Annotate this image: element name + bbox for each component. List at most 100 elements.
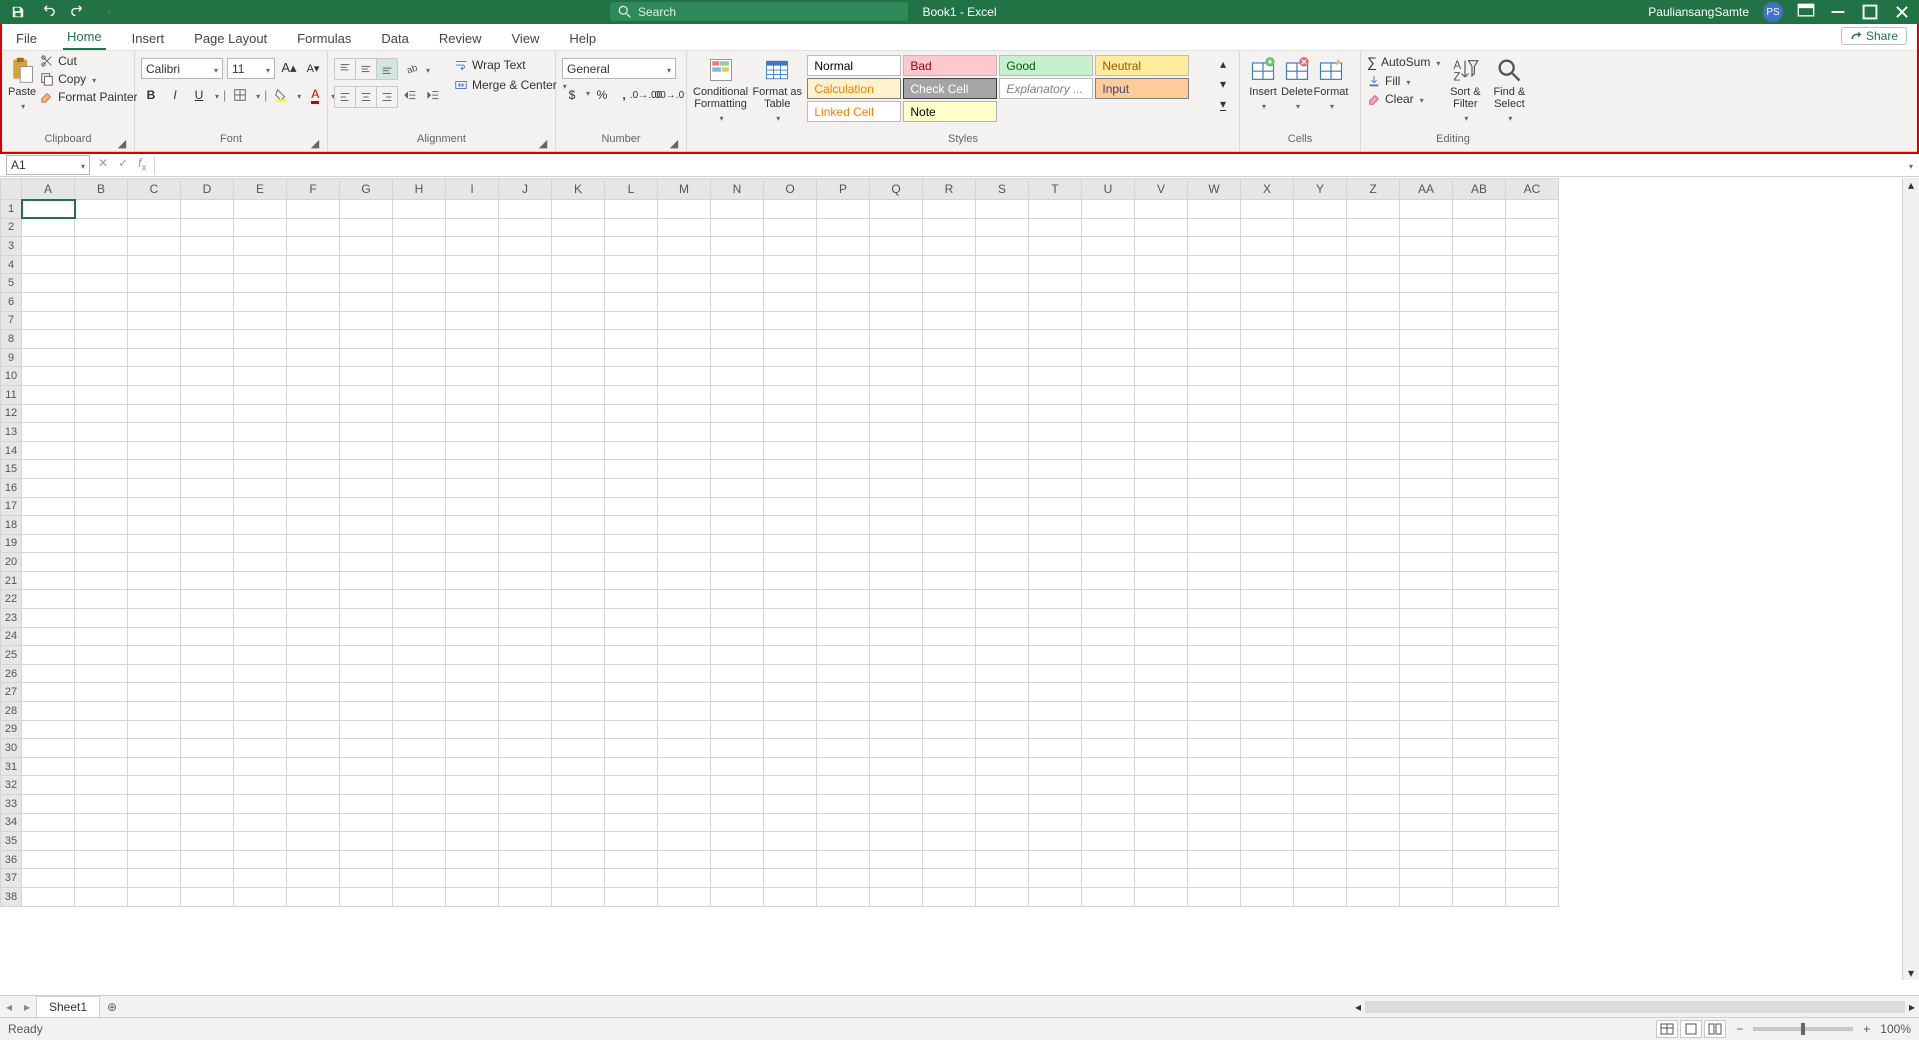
cell[interactable]: [287, 702, 340, 721]
cell[interactable]: [817, 423, 870, 442]
cell[interactable]: [1135, 739, 1188, 758]
cell[interactable]: [1294, 887, 1347, 906]
row-header[interactable]: 19: [1, 534, 22, 553]
cell[interactable]: [128, 887, 181, 906]
cell[interactable]: [1506, 292, 1559, 311]
row-header[interactable]: 38: [1, 887, 22, 906]
cell[interactable]: [1135, 795, 1188, 814]
cell[interactable]: [605, 516, 658, 535]
conditional-formatting-button[interactable]: Conditional Formatting: [693, 54, 748, 124]
align-bottom-button[interactable]: [377, 59, 397, 79]
cell[interactable]: [1188, 571, 1241, 590]
cell[interactable]: [1029, 478, 1082, 497]
cell[interactable]: [446, 795, 499, 814]
cell[interactable]: [605, 200, 658, 219]
cell[interactable]: [764, 404, 817, 423]
cell[interactable]: [817, 664, 870, 683]
cell[interactable]: [1453, 702, 1506, 721]
cell[interactable]: [1506, 534, 1559, 553]
cell[interactable]: [340, 385, 393, 404]
cell[interactable]: [1029, 869, 1082, 888]
cell[interactable]: [1029, 460, 1082, 479]
qat-customize-icon[interactable]: [98, 2, 118, 22]
row-header[interactable]: 29: [1, 720, 22, 739]
cell[interactable]: [552, 534, 605, 553]
cell[interactable]: [234, 590, 287, 609]
cell[interactable]: [1506, 571, 1559, 590]
cell[interactable]: [658, 534, 711, 553]
cell[interactable]: [128, 739, 181, 758]
cell[interactable]: [1082, 200, 1135, 219]
cell[interactable]: [75, 292, 128, 311]
cell[interactable]: [393, 571, 446, 590]
cell[interactable]: [181, 367, 234, 386]
cell[interactable]: [1400, 441, 1453, 460]
cell[interactable]: [499, 218, 552, 237]
column-header[interactable]: H: [393, 179, 446, 200]
cell[interactable]: [393, 795, 446, 814]
cell[interactable]: [22, 609, 75, 628]
cell[interactable]: [1029, 330, 1082, 349]
cell[interactable]: [234, 348, 287, 367]
cell[interactable]: [393, 478, 446, 497]
cell[interactable]: [817, 255, 870, 274]
cell[interactable]: [1453, 274, 1506, 293]
cell[interactable]: [287, 367, 340, 386]
cell[interactable]: [870, 330, 923, 349]
cell-style-note[interactable]: Note: [903, 101, 997, 122]
cell[interactable]: [22, 795, 75, 814]
cell[interactable]: [658, 516, 711, 535]
column-header[interactable]: G: [340, 179, 393, 200]
cell[interactable]: [181, 795, 234, 814]
cell[interactable]: [605, 534, 658, 553]
cell[interactable]: [128, 664, 181, 683]
fill-button[interactable]: Fill: [1367, 74, 1440, 88]
cell[interactable]: [340, 869, 393, 888]
cell[interactable]: [22, 274, 75, 293]
cell[interactable]: [1506, 757, 1559, 776]
cell[interactable]: [764, 237, 817, 256]
row-header[interactable]: 20: [1, 553, 22, 572]
cell[interactable]: [340, 330, 393, 349]
cell[interactable]: [817, 553, 870, 572]
cell[interactable]: [340, 664, 393, 683]
cell[interactable]: [552, 274, 605, 293]
cell[interactable]: [1241, 832, 1294, 851]
cell[interactable]: [1188, 497, 1241, 516]
cell[interactable]: [1400, 813, 1453, 832]
cell[interactable]: [870, 516, 923, 535]
cell[interactable]: [1400, 627, 1453, 646]
cell[interactable]: [393, 702, 446, 721]
column-header[interactable]: C: [128, 179, 181, 200]
cell[interactable]: [75, 516, 128, 535]
cell[interactable]: [711, 200, 764, 219]
column-header[interactable]: V: [1135, 179, 1188, 200]
cell[interactable]: [658, 609, 711, 628]
cell[interactable]: [552, 869, 605, 888]
cell[interactable]: [128, 516, 181, 535]
cell[interactable]: [764, 200, 817, 219]
cell[interactable]: [711, 255, 764, 274]
cell[interactable]: [817, 218, 870, 237]
cell[interactable]: [658, 200, 711, 219]
cell[interactable]: [340, 237, 393, 256]
cell[interactable]: [287, 423, 340, 442]
cell[interactable]: [923, 571, 976, 590]
cell[interactable]: [1082, 832, 1135, 851]
cell[interactable]: [446, 385, 499, 404]
cell[interactable]: [1029, 516, 1082, 535]
cell[interactable]: [552, 255, 605, 274]
cell[interactable]: [1294, 237, 1347, 256]
cell[interactable]: [1029, 441, 1082, 460]
cell[interactable]: [711, 478, 764, 497]
chevron-down-icon[interactable]: [213, 88, 219, 102]
cell[interactable]: [1029, 200, 1082, 219]
cell[interactable]: [1188, 887, 1241, 906]
cell[interactable]: [1294, 274, 1347, 293]
sort-filter-button[interactable]: AZSort & Filter: [1446, 54, 1484, 124]
cell[interactable]: [446, 887, 499, 906]
tab-home[interactable]: Home: [63, 24, 106, 50]
column-header[interactable]: A: [22, 179, 75, 200]
cell[interactable]: [1135, 887, 1188, 906]
cell[interactable]: [1453, 757, 1506, 776]
